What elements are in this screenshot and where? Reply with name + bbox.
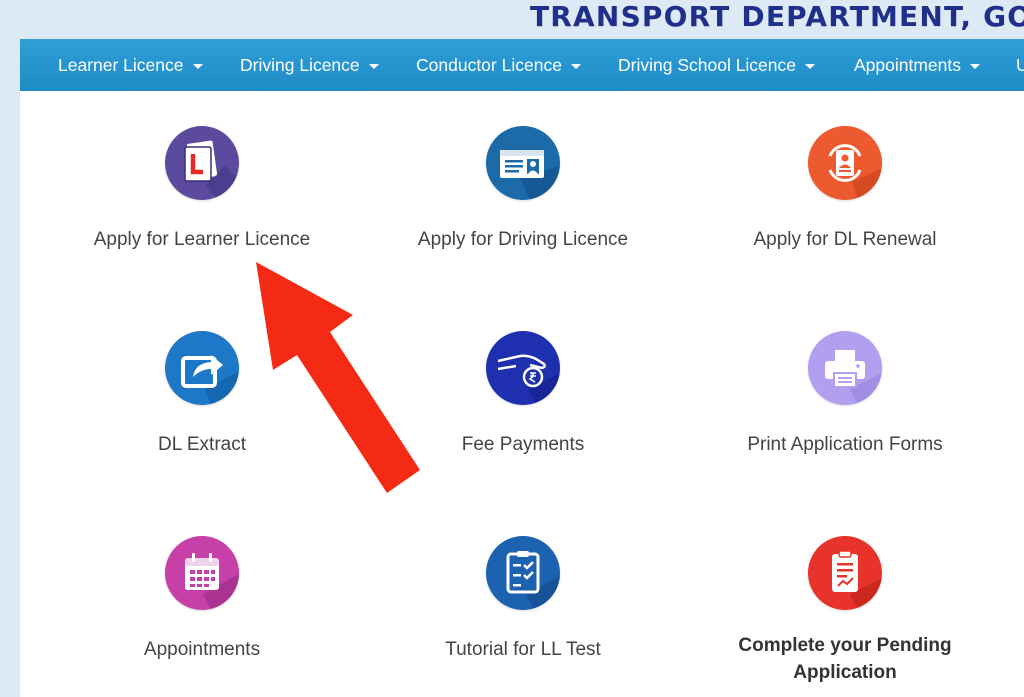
tile-apply-dl-renewal[interactable]: Apply for DL Renewal [685,126,1005,253]
nav-more-label: U [1016,55,1024,75]
tile-apply-learner-licence[interactable]: Apply for Learner Licence [42,126,362,253]
nav-appointments[interactable]: Appointments [854,39,981,91]
tile-label: DL Extract [158,434,246,455]
caret-down-icon [970,63,981,69]
tile-label: Apply for Driving Licence [417,229,629,250]
tile-label: Apply for Learner Licence [93,229,311,250]
printer-icon [808,331,882,405]
nav-more-truncated[interactable]: U [1016,39,1024,91]
tile-label: Print Application Forms [747,434,943,455]
tile-appointments[interactable]: Appointments [42,536,362,663]
tile-dl-extract[interactable]: DL Extract [42,331,362,458]
caret-down-icon [570,63,581,69]
nav-learner-licence-label: Learner Licence [58,55,184,75]
tile-tutorial-ll-test[interactable]: Tutorial for LL Test [363,536,683,663]
tile-fee-payments[interactable]: Fee Payments [363,331,683,458]
calendar-icon [165,536,239,610]
tile-label: Complete your Pending Application [738,635,952,683]
dl-renewal-icon [808,126,882,200]
nav-appointments-label: Appointments [854,55,962,75]
tile-label: Tutorial for LL Test [445,639,601,660]
tile-complete-pending-application[interactable]: Complete your Pending Application [685,536,1005,686]
driving-licence-card-icon [486,126,560,200]
fee-payment-icon [486,331,560,405]
nav-driving-school-licence-label: Driving School Licence [618,55,797,75]
pending-application-icon [808,536,882,610]
page-title: TRANSPORT DEPARTMENT, GOVE [530,0,1024,33]
caret-down-icon [805,63,816,69]
nav-driving-licence[interactable]: Driving Licence [240,39,379,91]
clipboard-checklist-icon [486,536,560,610]
nav-driving-licence-label: Driving Licence [240,55,360,75]
main-navbar: Learner Licence Driving Licence Conducto… [20,39,1024,91]
tile-label: Fee Payments [461,434,585,455]
nav-conductor-licence-label: Conductor Licence [416,55,562,75]
page: TRANSPORT DEPARTMENT, GOVE Learner Licen… [0,0,1024,697]
tile-label: Apply for DL Renewal [753,229,937,250]
tile-label: Appointments [143,639,261,660]
caret-down-icon [192,63,203,69]
nav-driving-school-licence[interactable]: Driving School Licence [618,39,816,91]
tile-apply-driving-licence[interactable]: Apply for Driving Licence [363,126,683,253]
tile-print-application-forms[interactable]: Print Application Forms [685,331,1005,458]
share-extract-icon [165,331,239,405]
caret-down-icon [368,63,379,69]
services-panel: Apply for Learner Licence Apply for Driv… [20,91,1024,697]
nav-conductor-licence[interactable]: Conductor Licence [416,39,581,91]
learner-licence-icon [165,126,239,200]
nav-learner-licence[interactable]: Learner Licence [58,39,203,91]
